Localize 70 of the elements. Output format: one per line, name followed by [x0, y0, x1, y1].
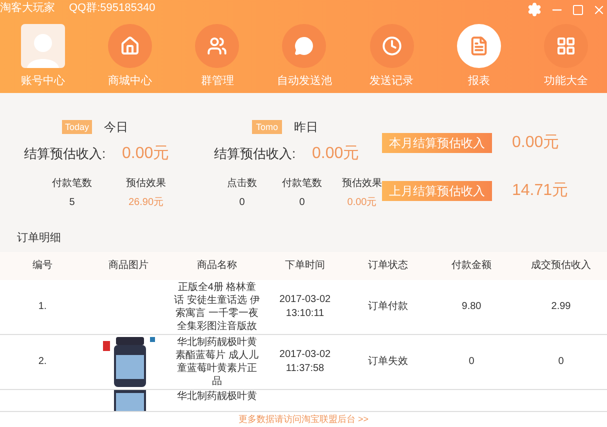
column-header: 商品图片	[108, 258, 150, 273]
users-icon	[207, 36, 228, 56]
income-label: 结算预估收入:	[24, 145, 107, 164]
column-header: 商品名称	[196, 258, 238, 273]
stat-label: 预估效果	[126, 177, 166, 191]
user-name: 淘客大玩家	[0, 0, 55, 16]
table-cell: 11:37:58	[286, 362, 324, 376]
backend-link[interactable]: 更多数据请访问淘宝联盟后台 >>	[238, 412, 368, 426]
stat-value: 0.00元	[347, 196, 377, 210]
stat-label: 点击数	[227, 176, 257, 191]
settings-icon[interactable]	[527, 2, 542, 17]
nav-label: 发送记录	[370, 74, 414, 89]
stat-label: 预估效果	[342, 177, 382, 191]
table-cell-text: 订单付款	[367, 300, 409, 314]
table-cell-text: 1.	[37, 300, 48, 314]
income-value: 0.00元	[122, 144, 170, 164]
day-title: 昨日	[294, 119, 318, 136]
nav-button[interactable]	[195, 24, 240, 68]
nav-label: 报表	[468, 74, 490, 89]
nav-button[interactable]	[370, 24, 414, 68]
income-value: 0.00元	[312, 144, 360, 164]
bottle-photo	[112, 336, 146, 386]
nav-button[interactable]	[108, 24, 152, 68]
day-badge: Today	[62, 120, 92, 134]
nav-button[interactable]	[544, 24, 588, 68]
product-name: 华北制药靓极叶黄	[176, 390, 258, 402]
stat-value: 0	[299, 196, 305, 210]
stat-value: 5	[69, 196, 75, 210]
column-header: 成交预估收入	[530, 258, 592, 273]
column-header: 订单状态	[367, 258, 409, 273]
month-income-value: 0.00元	[512, 133, 560, 153]
column-header: 付款金额	[450, 258, 492, 273]
table-cell: 2017-03-02	[279, 292, 331, 306]
nav-label: 功能大全	[544, 74, 588, 89]
qq-group: QQ群:595185340	[69, 0, 156, 17]
table-cell-text: 订单失效	[367, 354, 409, 369]
column-header: 编号	[32, 258, 54, 273]
table-cell-text: 2.99	[550, 300, 572, 314]
table-cell-text: 0	[468, 355, 476, 369]
stat-label: 付款笔数	[52, 177, 92, 191]
product-name: 华北制药靓极叶黄素酯蓝莓片 成人儿童蓝莓叶黄素片正品	[174, 336, 260, 388]
chat-bubble-icon	[294, 36, 314, 56]
table-cell-text: 9.80	[460, 300, 482, 314]
clock-icon	[382, 36, 402, 56]
month-income-value: 14.71元	[512, 181, 568, 201]
table-cell: 13:10:11	[286, 306, 324, 320]
column-header: 下单时间	[284, 258, 326, 273]
grid-icon	[556, 36, 576, 56]
document-icon	[468, 36, 489, 56]
stat-value: 26.90元	[128, 196, 164, 210]
table-cell: 2017-03-02	[279, 348, 331, 362]
home-icon	[120, 36, 140, 56]
stat-label: 付款笔数	[282, 177, 322, 191]
nav-button[interactable]	[282, 24, 326, 68]
income-label: 结算预估收入:	[214, 145, 297, 164]
nav-label: 自动发送池	[276, 74, 332, 89]
nav-button[interactable]	[456, 24, 501, 68]
day-badge: Tomo	[252, 120, 282, 134]
maximize-icon[interactable]	[572, 4, 584, 16]
nav-label: 群管理	[200, 74, 234, 89]
table-cell-text: 0	[557, 355, 565, 369]
month-income-label: 本月结算预估收入	[382, 133, 492, 153]
stat-value: 0	[239, 196, 245, 210]
month-income-label: 上月结算预估收入	[382, 181, 492, 201]
nav-label: 账号中心	[21, 74, 65, 89]
day-title: 今日	[104, 119, 128, 136]
section-title: 订单明细	[17, 231, 62, 246]
product-name: 正版全4册 格林童话 安徒生童话选 伊索寓言 一千零一夜全集彩图注音版故	[173, 280, 261, 332]
table-cell-text: 2.	[37, 355, 48, 369]
nav-label: 商城中心	[108, 74, 152, 89]
